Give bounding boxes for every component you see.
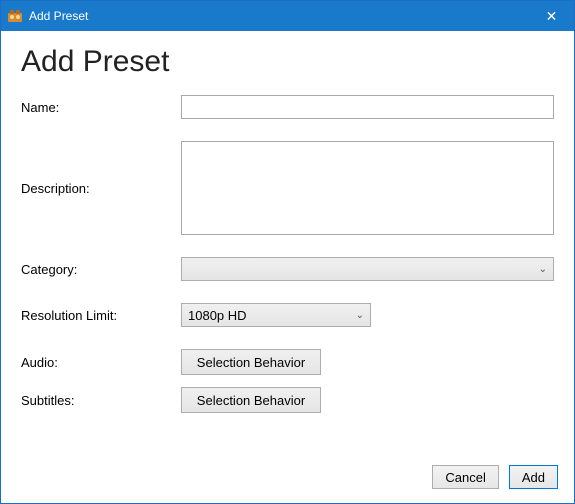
preset-form: Name: Description: Category: ⌄ Resolutio… [21,95,554,413]
dialog-footer: Cancel Add [1,455,574,503]
titlebar: Add Preset ✕ [1,1,574,31]
add-button-label: Add [522,470,545,485]
resolution-limit-dropdown[interactable]: 1080p HD ⌄ [181,303,371,327]
subtitles-selection-behavior-button[interactable]: Selection Behavior [181,387,321,413]
page-title: Add Preset [21,45,554,79]
category-dropdown[interactable]: ⌄ [181,257,554,281]
label-name: Name: [21,100,181,115]
app-icon [7,8,23,24]
add-preset-dialog: Add Preset ✕ Add Preset Name: Descriptio… [0,0,575,504]
window-title: Add Preset [29,9,529,23]
dialog-content: Add Preset Name: Description: Category: … [1,31,574,455]
description-input[interactable] [181,141,554,235]
add-button[interactable]: Add [509,465,558,489]
chevron-down-icon: ⌄ [356,310,364,321]
label-subtitles: Subtitles: [21,393,181,408]
cancel-button-label: Cancel [445,470,485,485]
label-audio: Audio: [21,355,181,370]
subtitles-button-label: Selection Behavior [197,393,305,408]
cancel-button[interactable]: Cancel [432,465,498,489]
resolution-limit-value: 1080p HD [188,308,350,323]
close-icon: ✕ [546,8,558,25]
audio-button-label: Selection Behavior [197,355,305,370]
label-description: Description: [21,181,181,196]
name-input[interactable] [181,95,554,119]
audio-selection-behavior-button[interactable]: Selection Behavior [181,349,321,375]
chevron-down-icon: ⌄ [539,264,547,275]
label-resolution-limit: Resolution Limit: [21,308,181,323]
close-button[interactable]: ✕ [529,1,574,31]
label-category: Category: [21,262,181,277]
